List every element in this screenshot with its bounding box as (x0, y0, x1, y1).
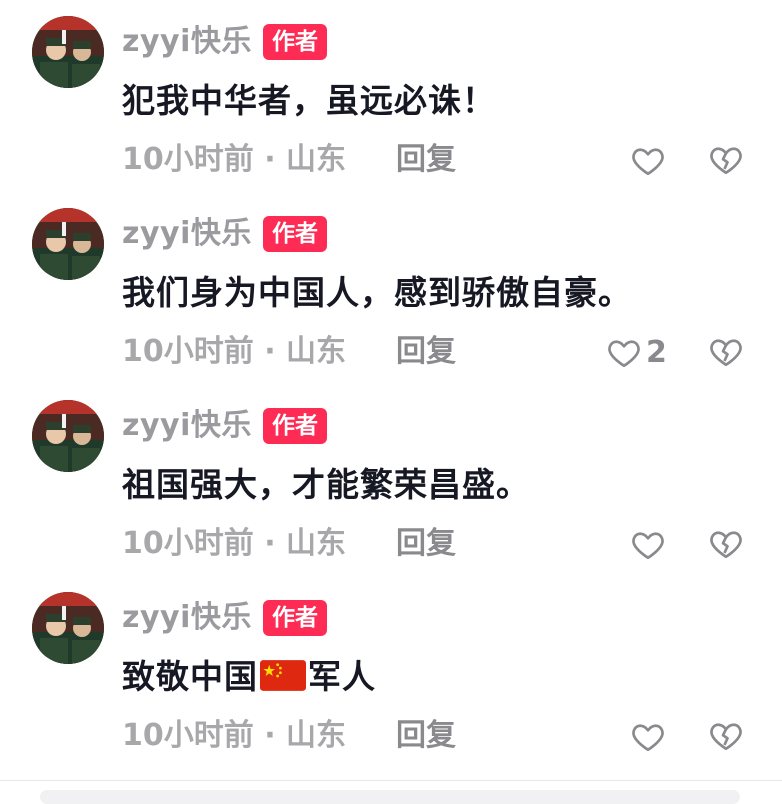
reply-button[interactable]: 回复 (396, 524, 456, 564)
comment-text-part: 致敬中国 (122, 657, 258, 696)
time-location: 10小时前 · 山东 (122, 526, 347, 561)
like-button[interactable]: 2 (606, 334, 667, 372)
time-location: 10小时前 · 山东 (122, 142, 347, 177)
comment-item: zyyi快乐 作者 祖国强大，才能繁荣昌盛。 10小时前 · 山东 回复 (0, 384, 782, 574)
china-flag-icon (260, 660, 306, 691)
comment-text: 祖国强大，才能繁荣昌盛。 (122, 465, 530, 504)
comment-text: 致敬中国 军人 (122, 654, 376, 700)
avatar[interactable] (32, 16, 104, 88)
author-badge: 作者 (263, 216, 327, 252)
like-count: 2 (646, 335, 667, 370)
username[interactable]: zyyi快乐 (122, 596, 252, 640)
avatar-image (32, 400, 104, 472)
username[interactable]: zyyi快乐 (122, 404, 252, 448)
author-badge: 作者 (263, 24, 327, 60)
comment-input-bar[interactable] (40, 790, 740, 804)
time-location: 10小时前 · 山东 (122, 334, 347, 369)
reply-button[interactable]: 回复 (396, 716, 456, 756)
broken-heart-icon (708, 718, 744, 754)
broken-heart-icon (708, 142, 744, 178)
comment-text-part: 军人 (308, 657, 376, 696)
heart-outline-icon (630, 527, 666, 563)
avatar-image (32, 16, 104, 88)
username[interactable]: zyyi快乐 (122, 212, 252, 256)
comment-item: zyyi快乐 作者 犯我中华者，虽远必诛！ 10小时前 · 山东 回复 (0, 0, 782, 190)
divider (0, 780, 782, 781)
dislike-button[interactable] (708, 334, 744, 372)
username[interactable]: zyyi快乐 (122, 20, 252, 64)
like-button[interactable] (630, 718, 670, 756)
avatar[interactable] (32, 592, 104, 664)
dislike-button[interactable] (708, 526, 744, 564)
heart-outline-icon (630, 719, 666, 755)
reply-button[interactable]: 回复 (396, 332, 456, 372)
dislike-button[interactable] (708, 718, 744, 756)
avatar[interactable] (32, 400, 104, 472)
avatar-image (32, 592, 104, 664)
avatar-image (32, 208, 104, 280)
heart-outline-icon (606, 335, 642, 371)
time-location: 10小时前 · 山东 (122, 718, 347, 753)
author-badge: 作者 (263, 600, 327, 636)
comment-text: 我们身为中国人，感到骄傲自豪。 (122, 273, 632, 312)
broken-heart-icon (708, 526, 744, 562)
author-badge: 作者 (263, 408, 327, 444)
broken-heart-icon (708, 334, 744, 370)
comment-item: zyyi快乐 作者 我们身为中国人，感到骄傲自豪。 10小时前 · 山东 回复 … (0, 192, 782, 382)
comment-text: 犯我中华者，虽远必诛！ (122, 81, 496, 120)
like-button[interactable] (630, 142, 670, 180)
comment-item: zyyi快乐 作者 致敬中国 军人 10小时前 · 山东 回复 (0, 576, 782, 766)
like-button[interactable] (630, 526, 670, 564)
avatar[interactable] (32, 208, 104, 280)
dislike-button[interactable] (708, 142, 744, 180)
reply-button[interactable]: 回复 (396, 140, 456, 180)
heart-outline-icon (630, 143, 666, 179)
